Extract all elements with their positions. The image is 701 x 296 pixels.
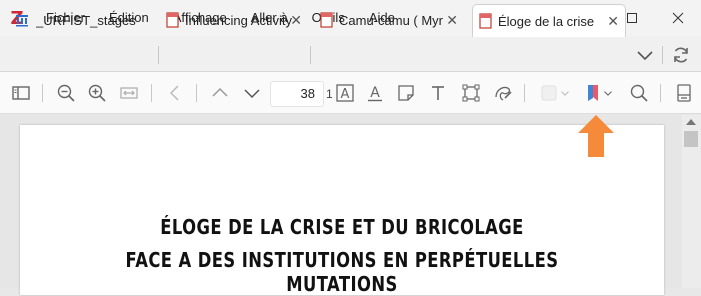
annotation-arrow-icon [578,115,614,157]
tab-influencing[interactable]: Influencing Activity ✕ [160,4,308,36]
tab-camu-camu-label: Camu-camu ( Myr [339,12,444,28]
tabs-menu-button[interactable] [634,44,656,66]
color-dropdown[interactable] [558,82,572,104]
scrollbar-thumb[interactable] [684,131,698,147]
close-tab-icon[interactable]: ✕ [290,12,302,29]
toolbar-separator [196,84,197,102]
text-icon [432,86,444,100]
toolbar-separator [524,84,525,102]
select-area-button[interactable] [460,82,482,104]
add-text-button[interactable] [427,82,449,104]
context-pane-icon [677,84,691,102]
highlight-text-button[interactable]: A [334,82,356,104]
toggle-sidebar-button[interactable] [10,82,32,104]
underline-text-icon: A [368,85,382,102]
zoom-out-button[interactable] [55,82,77,104]
sidebar-toggle-icon [12,86,30,100]
draw-icon [495,86,512,101]
tab-influencing-label: Influencing Activity [185,12,292,28]
tab-camu-camu[interactable]: Camu-camu ( Myr ✕ [314,4,464,36]
close-tab-icon[interactable]: ✕ [446,12,458,29]
zoom-in-icon [88,84,106,102]
underline-text-button[interactable]: A [364,82,386,104]
page-total: 1 [326,87,333,101]
fit-width-icon [120,87,138,99]
tab-library-label: _URFIST_stages [36,12,136,28]
fit-width-button[interactable] [118,82,140,104]
tab-eloge-de-la-crise[interactable]: Éloge de la crise ✕ [472,4,626,37]
add-note-button[interactable] [395,82,417,104]
library-icon [16,15,28,27]
draw-button[interactable] [492,82,514,104]
tab-separator [158,46,159,64]
close-tab-icon[interactable]: ✕ [607,13,619,30]
svg-text:A: A [370,85,380,101]
pdf-icon [320,12,333,28]
search-button[interactable] [628,82,650,104]
sync-icon [674,47,688,63]
tab-bar [0,36,701,72]
bookmark-icon [588,85,598,101]
bookmark-dropdown[interactable] [601,82,615,104]
pdf-icon [479,13,492,29]
maximize-icon [627,13,637,23]
note-icon [398,85,414,101]
toolbar-separator [660,84,661,102]
back-button[interactable] [164,82,186,104]
tab-separator [310,46,311,64]
previous-page-button[interactable] [209,82,231,104]
page-down-icon [244,89,260,99]
toggle-context-pane-button[interactable] [673,82,695,104]
search-icon [630,84,648,102]
chevron-down-icon [604,91,612,96]
close-window-button[interactable] [655,0,701,36]
sync-button[interactable] [670,44,692,66]
pdf-page[interactable]: ÉLOGE DE LA CRISE ET DU BRICOLAGE FACE A… [20,125,664,296]
chevron-down-icon [637,51,653,61]
pdf-icon [166,12,179,28]
highlight-text-icon: A [336,84,354,102]
zoom-out-icon [57,84,75,102]
tab-separator [662,46,663,64]
toolbar-separator [151,84,152,102]
chevron-down-icon [561,91,569,96]
back-icon [169,85,179,101]
next-page-button[interactable] [241,82,263,104]
select-area-icon [462,84,480,102]
tab-eloge-label: Éloge de la crise [498,13,595,29]
color-picker-button[interactable] [538,82,560,104]
document-title-line1: ÉLOGE DE LA CRISE ET DU BRICOLAGE [160,215,524,239]
svg-text:A: A [341,87,350,102]
toolbar-separator [42,84,43,102]
scroll-up-arrow-icon[interactable] [686,119,696,125]
close-icon [672,12,684,24]
zoom-in-button[interactable] [86,82,108,104]
page-number-input[interactable]: 38 [270,81,324,107]
page-up-icon [212,87,228,97]
document-title-line2: FACE A DES INSTITUTIONS EN PERPÉTUELLES … [125,248,559,296]
color-picker-icon [541,85,557,101]
tab-library[interactable]: _URFIST_stages [8,4,158,36]
